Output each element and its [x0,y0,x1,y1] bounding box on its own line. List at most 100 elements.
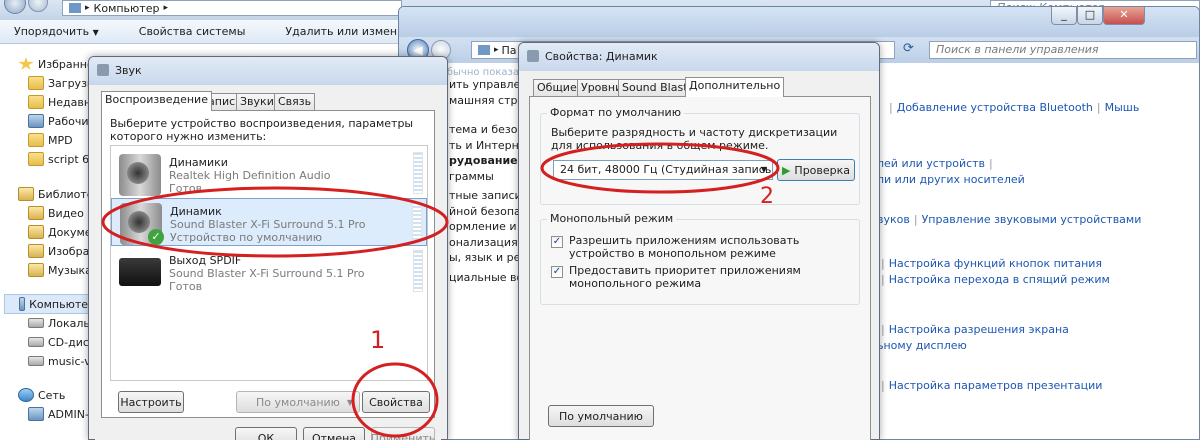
cp-minimize-button[interactable]: _ [1051,7,1077,25]
nav-script6[interactable]: script 6 [28,149,89,169]
cp-category-item[interactable]: йной безопасн [449,204,521,220]
device-item-realtek[interactable]: Динамики Realtek High Definition Audio Гот… [111,150,427,198]
system-properties-button[interactable]: Свойства системы [139,25,246,38]
allow-exclusive-label[interactable]: Разрешить приложениям использовать устро… [569,234,849,260]
nav-favorites[interactable]: Избранное [18,54,96,74]
cp-category-item[interactable]: ть и Интернет [449,138,521,154]
cp-category-item[interactable]: рудование и [449,153,521,169]
nav-network[interactable]: Сеть [18,385,65,405]
nav-admin-pc[interactable]: ADMIN-П [28,404,96,424]
network-drive-icon [28,356,44,366]
tab-playback[interactable]: Воспроизведение [101,91,212,111]
nav-music[interactable]: Музыка [28,260,92,280]
documents-icon [28,225,44,239]
priority-exclusive-label[interactable]: Предоставить приоритет приложениям моноп… [569,264,849,290]
refresh-icon[interactable]: ⟳ [903,41,921,59]
link-devices[interactable]: лей или устройств | [877,157,997,170]
nav-desktop[interactable]: Рабочий [28,111,96,131]
nav-libraries[interactable]: Библиоте [18,184,94,204]
speaker-device-icon [119,154,161,196]
default-format-title: Формат по умолчанию [547,106,684,119]
cp-category-item[interactable]: тные записи [449,188,521,204]
organize-button[interactable]: Упорядочить ▼ [14,25,99,38]
link-sleep[interactable]: | Настройка перехода в спящий режим [877,273,1110,286]
breadcrumb-chevron-icon: ▸ [163,3,168,13]
annotation-step-1: 1 [370,326,386,354]
cp-category-item[interactable]: граммы [449,169,521,185]
link-resolution[interactable]: | Настройка разрешения экрана [877,323,1069,336]
nav-mpd[interactable]: MPD [28,130,73,150]
cp-search-input[interactable]: Поиск в панели управления [929,41,1197,59]
device-driver: Sound Blaster X-Fi Surround 5.1 Pro [170,218,366,231]
restore-defaults-button[interactable]: По умолчанию [548,405,654,427]
nav-cd[interactable]: CD-диско [28,332,96,352]
nav-video[interactable]: Видео [28,203,84,223]
folder-icon [28,152,44,166]
nav-downloads[interactable]: Загрузки [28,73,96,93]
back-button[interactable] [4,0,26,14]
cp-category-item[interactable]: онализация [449,235,521,251]
nav-local-disk[interactable]: Локальн [28,313,96,333]
link-bluetooth[interactable]: | Добавление устройства Bluetooth | Мышь [885,101,1139,114]
cp-maximize-button[interactable]: □ [1077,7,1103,25]
sound-titlebar: Звук [89,57,447,85]
tab-general[interactable]: Общие [533,79,581,97]
breadcrumb[interactable]: Компьютер [94,2,160,15]
cp-category-item[interactable]: циальные воз [449,270,521,286]
nav-computer[interactable]: Компьютер [4,294,96,314]
play-icon: ▶ [781,163,791,177]
apply-button[interactable]: Применить [371,427,435,440]
device-name: Выход SPDIF [169,254,242,267]
music-icon [28,263,44,277]
ok-button[interactable]: ОК [235,427,297,440]
set-default-button[interactable]: По умолчанию ▼ [236,391,360,413]
nav-music-vm[interactable]: music-vm [28,351,96,371]
link-manage-sound[interactable]: Управление звуковыми устройствами [922,213,1142,226]
cp-category-item[interactable]: ить управлен [449,77,521,93]
volume-level-meter [413,152,423,194]
chevron-down-icon: ▼ [92,28,99,37]
chevron-right-icon: ▸ [85,3,90,13]
explorer-nav-pane: Избранное Загрузки Недавни Рабочий MPD s… [0,44,96,440]
test-button[interactable]: ▶ Проверка [777,159,855,181]
properties-button[interactable]: Свойства [362,391,430,413]
computer-icon [19,297,26,311]
device-driver: Sound Blaster X-Fi Surround 5.1 Pro [169,267,365,280]
link-media[interactable]: ли или других носителей [877,173,1025,186]
tab-advanced[interactable]: Дополнительно [685,77,785,97]
device-item-sound-blaster-selected[interactable]: ✓ Динамик Sound Blaster X-Fi Surround 5.1… [111,198,427,246]
nav-images[interactable]: Изображ [28,241,96,261]
device-status: Готов [169,280,203,293]
cp-category-item[interactable]: ы, язык и реги [449,250,521,266]
tab-communications[interactable]: Связь [274,93,316,111]
link-display[interactable]: ьному дисплею [877,339,967,352]
cancel-button[interactable]: Отмена [303,427,365,440]
cp-category-item[interactable]: машняя страни [449,93,521,109]
nav-recent[interactable]: Недавни [28,92,96,112]
computer-icon [28,407,44,421]
nav-documents[interactable]: Докумен [28,222,96,242]
spdif-device-icon [119,258,161,286]
link-sounds[interactable]: вуков | Управление звуковыми устройствами [877,213,1141,226]
device-item-spdif[interactable]: Выход SPDIF Sound Blaster X-Fi Surround 5… [111,248,427,296]
folder-icon [28,76,44,90]
cp-category-item[interactable]: тема и безопа [449,122,521,138]
cp-close-button[interactable]: ✕ [1103,7,1145,25]
link-presentation[interactable]: | Настройка параметров презентации [877,379,1102,392]
tab-sounds[interactable]: Звуки [236,93,278,111]
format-select[interactable]: 24 бит, 48000 Гц (Студийная запись) ▼ [553,160,773,180]
priority-exclusive-checkbox[interactable]: ✓ [551,266,563,278]
address-bar[interactable]: ▸ Компьютер ▸ [62,0,402,16]
device-name: Динамики [169,156,228,169]
cd-drive-icon [28,337,44,347]
configure-button[interactable]: Настроить [118,391,184,413]
speaker-properties-dialog: Свойства: Динамик Общие Уровни Sound Bla… [518,42,880,440]
cp-category-item[interactable]: ормление и [449,219,521,235]
forward-button[interactable] [28,0,48,12]
chevron-right-icon: ▸ [494,45,499,55]
link-mouse[interactable]: Мышь [1105,101,1140,114]
link-power-buttons[interactable]: | Настройка функций кнопок питания [877,257,1102,270]
default-format-group: Формат по умолчанию Выберите разрядность… [540,106,860,205]
allow-exclusive-checkbox[interactable]: ✓ [551,236,563,248]
cp-address-text: Па [501,43,517,57]
